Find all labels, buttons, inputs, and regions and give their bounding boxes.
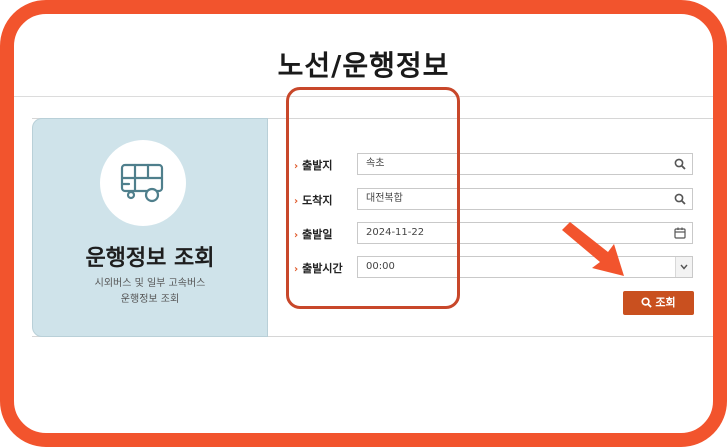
search-icon[interactable] — [674, 158, 686, 170]
arrow-icon — [562, 222, 624, 276]
search-icon[interactable] — [674, 193, 686, 205]
highlight-box — [286, 87, 460, 309]
card-description: 시외버스 및 일부 고속버스 운행정보 조회 — [32, 276, 268, 308]
search-icon — [641, 297, 653, 308]
card-desc-line-1: 시외버스 및 일부 고속버스 — [94, 278, 206, 289]
card-title: 운행정보 조회 — [85, 246, 215, 271]
bus-icon — [120, 163, 164, 203]
calendar-icon[interactable] — [674, 227, 686, 239]
card-desc-line-2: 운행정보 조회 — [120, 294, 180, 305]
page-title: 노선/운행정보 — [277, 49, 450, 82]
bus-icon-circle — [100, 140, 186, 226]
search-button[interactable]: 조회 — [623, 291, 694, 315]
select-arrow[interactable] — [675, 257, 692, 277]
chevron-down-icon — [680, 264, 688, 270]
